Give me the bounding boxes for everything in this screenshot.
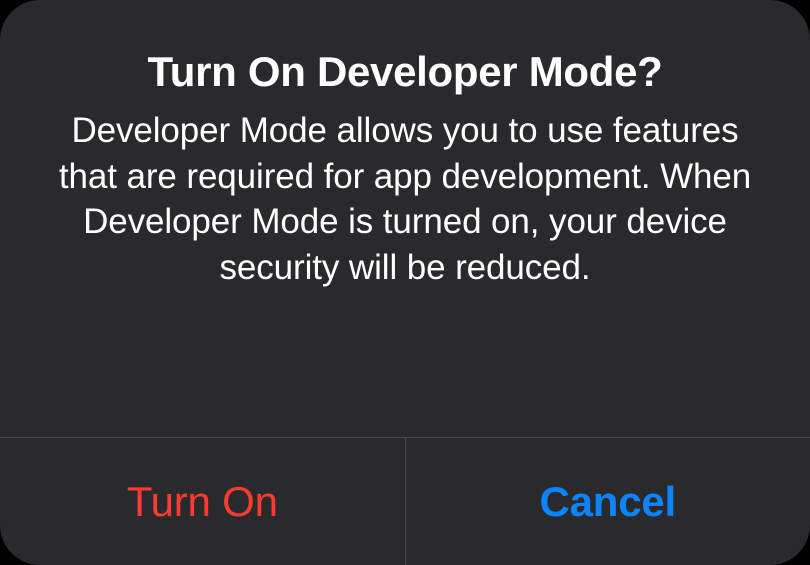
alert-button-row: Turn On Cancel (0, 437, 810, 565)
alert-content: Turn On Developer Mode? Developer Mode a… (0, 0, 810, 437)
turn-on-button[interactable]: Turn On (0, 438, 405, 565)
developer-mode-alert: Turn On Developer Mode? Developer Mode a… (0, 0, 810, 565)
cancel-button[interactable]: Cancel (405, 438, 810, 565)
alert-title: Turn On Developer Mode? (147, 48, 662, 96)
alert-message: Developer Mode allows you to use feature… (40, 108, 770, 290)
